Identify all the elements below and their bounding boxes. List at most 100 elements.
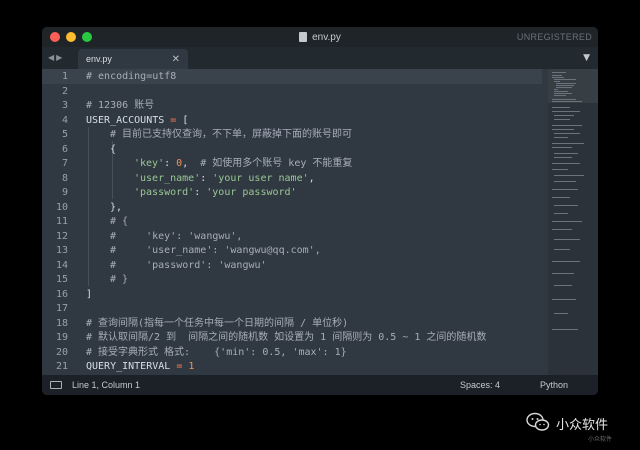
code-line-15: # } bbox=[110, 274, 129, 285]
line-number: 1 bbox=[61, 71, 68, 82]
wechat-icon bbox=[526, 412, 550, 431]
minimap-line bbox=[554, 119, 570, 120]
line-number-gutter: 1 2 3 4 5 6 7 8 9 10 11 12 13 14 15 16 1… bbox=[42, 69, 80, 375]
minimap-line bbox=[554, 205, 578, 206]
minimap-line bbox=[552, 329, 578, 330]
code-line-6: { bbox=[110, 143, 117, 155]
minimap-line bbox=[554, 181, 576, 182]
minimap-line bbox=[554, 91, 568, 92]
code-token: 'user_name' bbox=[134, 172, 201, 184]
title-bar: env.py UNREGISTERED bbox=[42, 27, 598, 47]
line-number: 8 bbox=[61, 172, 68, 184]
minimap-line bbox=[556, 83, 576, 84]
code-line-11: # { bbox=[110, 216, 129, 227]
code-token: 'key' bbox=[134, 158, 165, 169]
code-line-16: ] bbox=[86, 288, 93, 300]
code-line-19: # 默认取间隔/2 到 间隔之间的随机数 如设置为 1 间隔则为 0.5 ~ 1… bbox=[86, 332, 487, 343]
code-line-5: # 目前已支持仅查询，不下单，屏蔽掉下面的账号即可 bbox=[110, 129, 353, 140]
cursor-position[interactable]: Line 1, Column 1 bbox=[72, 375, 140, 395]
minimap-line bbox=[552, 75, 562, 76]
license-status: UNREGISTERED bbox=[516, 32, 592, 42]
code-line-20: # 接受字典形式 格式: {'min': 0.5, 'max': 1} bbox=[86, 346, 347, 358]
code-line-4: USER_ACCOUNTS = [ bbox=[86, 113, 188, 128]
minimap-line bbox=[552, 197, 570, 198]
minimap-line bbox=[554, 79, 576, 80]
code-token: : bbox=[194, 187, 207, 198]
code-line-14: # 'password': 'wangwu' bbox=[110, 259, 267, 271]
editor-window: env.py UNREGISTERED ◀▶ env.py ✕ ▼ 1 2 3 … bbox=[42, 27, 598, 395]
line-number: 4 bbox=[61, 114, 68, 126]
minimap-line bbox=[552, 111, 580, 112]
line-number: 6 bbox=[61, 143, 68, 155]
code-token: : bbox=[200, 172, 213, 184]
status-bar: Line 1, Column 1 Spaces: 4 Python bbox=[42, 375, 598, 395]
code-token: # 如使用多个账号 key 不能重复 bbox=[200, 158, 353, 169]
line-number: 5 bbox=[61, 129, 68, 140]
minimap-line bbox=[552, 229, 572, 230]
indentation-setting[interactable]: Spaces: 4 bbox=[460, 375, 500, 395]
line-number: 7 bbox=[61, 158, 68, 169]
minimap-line bbox=[554, 249, 570, 250]
minimap-line bbox=[552, 273, 574, 274]
minimap-line bbox=[554, 157, 572, 158]
minimap-line bbox=[552, 169, 568, 170]
minimap[interactable] bbox=[548, 69, 598, 375]
file-icon bbox=[299, 32, 308, 42]
line-number: 20 bbox=[55, 346, 68, 358]
code-token: USER_ACCOUNTS bbox=[86, 114, 171, 126]
window-title: env.py bbox=[42, 27, 598, 47]
minimap-line bbox=[552, 189, 578, 190]
tab-nav-arrows-icon[interactable]: ◀▶ bbox=[48, 47, 64, 69]
minimap-line bbox=[554, 95, 566, 96]
code-line-21: QUERY_INTERVAL = 1 bbox=[86, 359, 194, 374]
line-number: 13 bbox=[55, 245, 68, 256]
watermark-name: 小众软件 bbox=[556, 418, 609, 433]
minimap-line bbox=[556, 85, 574, 86]
chevron-down-icon[interactable]: ▼ bbox=[583, 47, 590, 69]
code-token: , bbox=[182, 158, 201, 169]
code-token: 1 bbox=[188, 361, 195, 372]
line-number: 16 bbox=[55, 288, 68, 300]
code-editor[interactable]: 1 2 3 4 5 6 7 8 9 10 11 12 13 14 15 16 1… bbox=[42, 69, 598, 375]
minimap-line bbox=[552, 101, 582, 102]
minimap-line bbox=[554, 133, 580, 134]
code-line-3: # 12306 账号 bbox=[86, 100, 155, 111]
code-token: , bbox=[308, 172, 315, 184]
line-number: 17 bbox=[55, 303, 68, 314]
close-tab-icon[interactable]: ✕ bbox=[172, 54, 180, 65]
code-token: 'your password' bbox=[206, 187, 297, 198]
minimap-line bbox=[552, 77, 564, 78]
minimap-line bbox=[552, 107, 570, 108]
line-number: 3 bbox=[61, 100, 68, 111]
panel-toggle-icon[interactable] bbox=[50, 381, 62, 389]
minimap-line bbox=[554, 313, 568, 314]
code-line-13: # 'user_name': 'wangwu@qq.com', bbox=[110, 245, 321, 256]
window-title-text: env.py bbox=[312, 31, 341, 43]
syntax-selector[interactable]: Python bbox=[540, 375, 568, 395]
minimap-line bbox=[552, 143, 584, 144]
minimap-line bbox=[552, 299, 576, 300]
line-number: 14 bbox=[55, 259, 68, 271]
code-token: : bbox=[164, 158, 177, 169]
line-number: 11 bbox=[55, 216, 68, 227]
minimap-line bbox=[556, 87, 572, 88]
minimap-line bbox=[554, 285, 572, 286]
tab-env-py[interactable]: env.py ✕ bbox=[78, 49, 188, 69]
minimap-line bbox=[552, 72, 566, 73]
minimap-line bbox=[552, 99, 576, 100]
minimap-line bbox=[554, 93, 572, 94]
code-token: 'your user name' bbox=[212, 172, 309, 184]
minimap-line bbox=[552, 163, 580, 164]
line-number: 9 bbox=[61, 187, 68, 198]
minimap-line bbox=[554, 89, 558, 90]
line-number: 2 bbox=[61, 85, 68, 97]
code-line-10: }, bbox=[110, 201, 123, 213]
code-line-7: 'key': 0, # 如使用多个账号 key 不能重复 bbox=[134, 156, 352, 171]
code-token: [ bbox=[176, 114, 189, 126]
watermark-subtitle: 小众软件 bbox=[588, 436, 613, 443]
code-area[interactable]: # encoding=utf8 # 12306 账号 USER_ACCOUNTS… bbox=[86, 69, 546, 375]
code-line-12: # 'key': 'wangwu', bbox=[110, 230, 243, 242]
minimap-line bbox=[554, 213, 568, 214]
tab-label: env.py bbox=[86, 54, 112, 64]
code-line-18: # 查询间隔(指每一个任务中每一个日期的间隔 / 单位秒) bbox=[86, 317, 349, 329]
